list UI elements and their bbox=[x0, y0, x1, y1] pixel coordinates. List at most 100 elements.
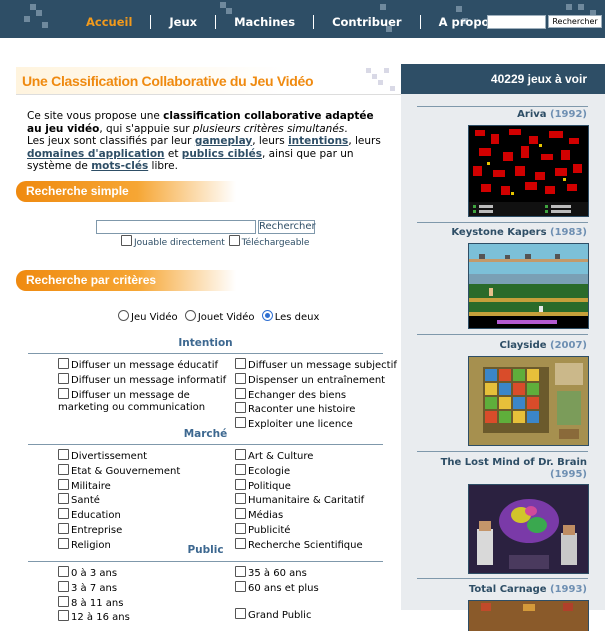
checkbox-label: Diffuser un message informatif bbox=[71, 374, 227, 386]
checkbox-label: 8 à 11 ans bbox=[71, 597, 124, 609]
checkbox[interactable] bbox=[58, 449, 69, 460]
checkbox-row: 60 ans et plus bbox=[235, 580, 319, 596]
game-title-keystone-kapers[interactable]: Keystone Kapers (1983) bbox=[401, 227, 587, 239]
checkbox[interactable] bbox=[58, 493, 69, 505]
screenshot-total-carnage[interactable] bbox=[468, 600, 589, 631]
screenshot-lost-mind-dr-brain[interactable] bbox=[468, 484, 589, 574]
checkbox[interactable] bbox=[235, 566, 246, 577]
radio-les-deux[interactable] bbox=[261, 310, 273, 321]
checkbox-row: Raconter une histoire bbox=[235, 402, 397, 417]
checkbox-label: Etat & Gouvernement bbox=[71, 465, 181, 477]
checkbox[interactable] bbox=[235, 358, 246, 369]
clayside-screenshot-image bbox=[469, 357, 588, 445]
page-title: Une Classification Collaborative du Jeu … bbox=[22, 73, 314, 89]
checkbox[interactable] bbox=[58, 610, 69, 622]
checkbox[interactable] bbox=[235, 522, 246, 534]
checkbox-row: 8 à 11 ans bbox=[58, 595, 130, 611]
link-mots-cles[interactable]: mots-clés bbox=[91, 160, 148, 172]
nav-machines[interactable]: Machines bbox=[216, 15, 315, 29]
main-nav: Accueil Jeux Machines Contribuer A propo… bbox=[68, 15, 514, 29]
link-domaines[interactable]: domaines d'application bbox=[27, 148, 165, 160]
checkbox[interactable] bbox=[58, 463, 69, 475]
game-title-clayside[interactable]: Clayside (2007) bbox=[401, 340, 587, 352]
game-title-lost-mind-dr-brain[interactable]: The Lost Mind of Dr. Brain (1995) bbox=[401, 457, 587, 481]
radio-label: Les deux bbox=[274, 312, 320, 323]
checkbox[interactable] bbox=[235, 508, 246, 520]
nav-jeux[interactable]: Jeux bbox=[151, 15, 217, 29]
game-title-total-carnage[interactable]: Total Carnage (1993) bbox=[401, 584, 587, 596]
checkbox[interactable] bbox=[58, 478, 69, 490]
checkbox[interactable] bbox=[58, 508, 69, 520]
checkbox[interactable] bbox=[235, 417, 246, 429]
checkbox-row: Diffuser un message de marketing ou comm… bbox=[58, 387, 223, 416]
radio-jeu-video[interactable] bbox=[118, 310, 129, 321]
top-search-input[interactable] bbox=[487, 15, 546, 29]
checkbox-row: Santé bbox=[58, 493, 180, 508]
checkbox[interactable] bbox=[235, 608, 246, 620]
link-intentions[interactable]: intentions bbox=[288, 135, 348, 147]
link-publics[interactable]: publics ciblés bbox=[182, 148, 262, 160]
simple-search-input[interactable] bbox=[96, 220, 256, 234]
intention-left-column: Diffuser un message éducatif Diffuser un… bbox=[58, 358, 226, 415]
game-year: (1993) bbox=[550, 584, 587, 595]
checkbox[interactable] bbox=[235, 463, 246, 475]
checkbox[interactable] bbox=[58, 580, 69, 592]
checkbox[interactable] bbox=[58, 372, 69, 384]
checkbox[interactable] bbox=[235, 478, 246, 490]
checkbox[interactable] bbox=[235, 493, 246, 505]
divider bbox=[417, 222, 588, 223]
nav-contribuer[interactable]: Contribuer bbox=[314, 15, 421, 29]
checkbox[interactable] bbox=[235, 449, 246, 460]
nav-accueil[interactable]: Accueil bbox=[68, 15, 152, 29]
checkbox[interactable] bbox=[235, 372, 246, 384]
top-search-button[interactable]: Rechercher bbox=[548, 15, 602, 28]
checkbox[interactable] bbox=[235, 402, 246, 414]
screenshot-clayside[interactable] bbox=[468, 356, 589, 446]
keystone-screenshot-image bbox=[469, 244, 588, 324]
checkbox-label: 0 à 3 ans bbox=[71, 568, 118, 579]
divider bbox=[417, 578, 588, 579]
game-name: Ariva bbox=[517, 109, 547, 120]
radio-label: Jouet Vidéo bbox=[197, 312, 255, 323]
intro-text-segment: . bbox=[344, 122, 348, 135]
checkbox-row: Etat & Gouvernement bbox=[58, 463, 181, 479]
link-gameplay[interactable]: gameplay bbox=[195, 135, 252, 147]
game-title-ariva[interactable]: Ariva (1992) bbox=[401, 109, 587, 121]
checkbox-label: 35 à 60 ans bbox=[248, 568, 307, 579]
checkbox-row: Dispenser un entraînement bbox=[235, 372, 397, 388]
checkbox-telechargeable[interactable] bbox=[228, 235, 240, 246]
radio-jouet-video[interactable] bbox=[184, 310, 196, 321]
checkbox-label: Diffuser un message de marketing ou comm… bbox=[58, 389, 206, 414]
option-label: Téléchargeable bbox=[241, 238, 310, 248]
screenshot-ariva[interactable] bbox=[468, 125, 589, 217]
checkbox-label: Grand Public bbox=[248, 610, 312, 622]
checkbox-row: Humanitaire & Caritatif bbox=[235, 493, 364, 508]
pixel-decoration bbox=[36, 10, 42, 16]
divider bbox=[16, 94, 401, 95]
checkbox[interactable] bbox=[58, 566, 69, 577]
group-title-intention: Intention bbox=[178, 337, 233, 349]
pixel-decoration bbox=[578, 4, 584, 10]
divider bbox=[28, 561, 383, 562]
intro-text-segment: libre. bbox=[148, 160, 178, 172]
checkbox[interactable] bbox=[235, 387, 246, 399]
checkbox-label: Education bbox=[71, 510, 121, 522]
checkbox-row: Entreprise bbox=[58, 522, 180, 538]
checkbox-jouable[interactable] bbox=[121, 235, 132, 246]
simple-search-button[interactable]: Rechercher bbox=[258, 220, 316, 234]
checkbox[interactable] bbox=[58, 358, 69, 369]
checkbox-row: Ecologie bbox=[235, 463, 364, 479]
game-name: Total Carnage bbox=[468, 584, 547, 595]
checkbox[interactable] bbox=[58, 387, 69, 399]
checkbox-label: Militaire bbox=[71, 480, 111, 492]
pixel-decoration bbox=[372, 74, 377, 79]
checkbox-row: Publicité bbox=[235, 522, 364, 538]
sidebar-header-title: 40229 jeux à voir bbox=[490, 72, 587, 86]
checkbox[interactable] bbox=[58, 522, 69, 534]
pixel-decoration bbox=[366, 68, 371, 73]
group-title-marche: Marché bbox=[183, 428, 228, 440]
checkbox[interactable] bbox=[58, 595, 69, 607]
checkbox-label: Politique bbox=[248, 480, 291, 492]
screenshot-keystone-kapers[interactable] bbox=[468, 243, 589, 329]
checkbox[interactable] bbox=[235, 580, 246, 592]
